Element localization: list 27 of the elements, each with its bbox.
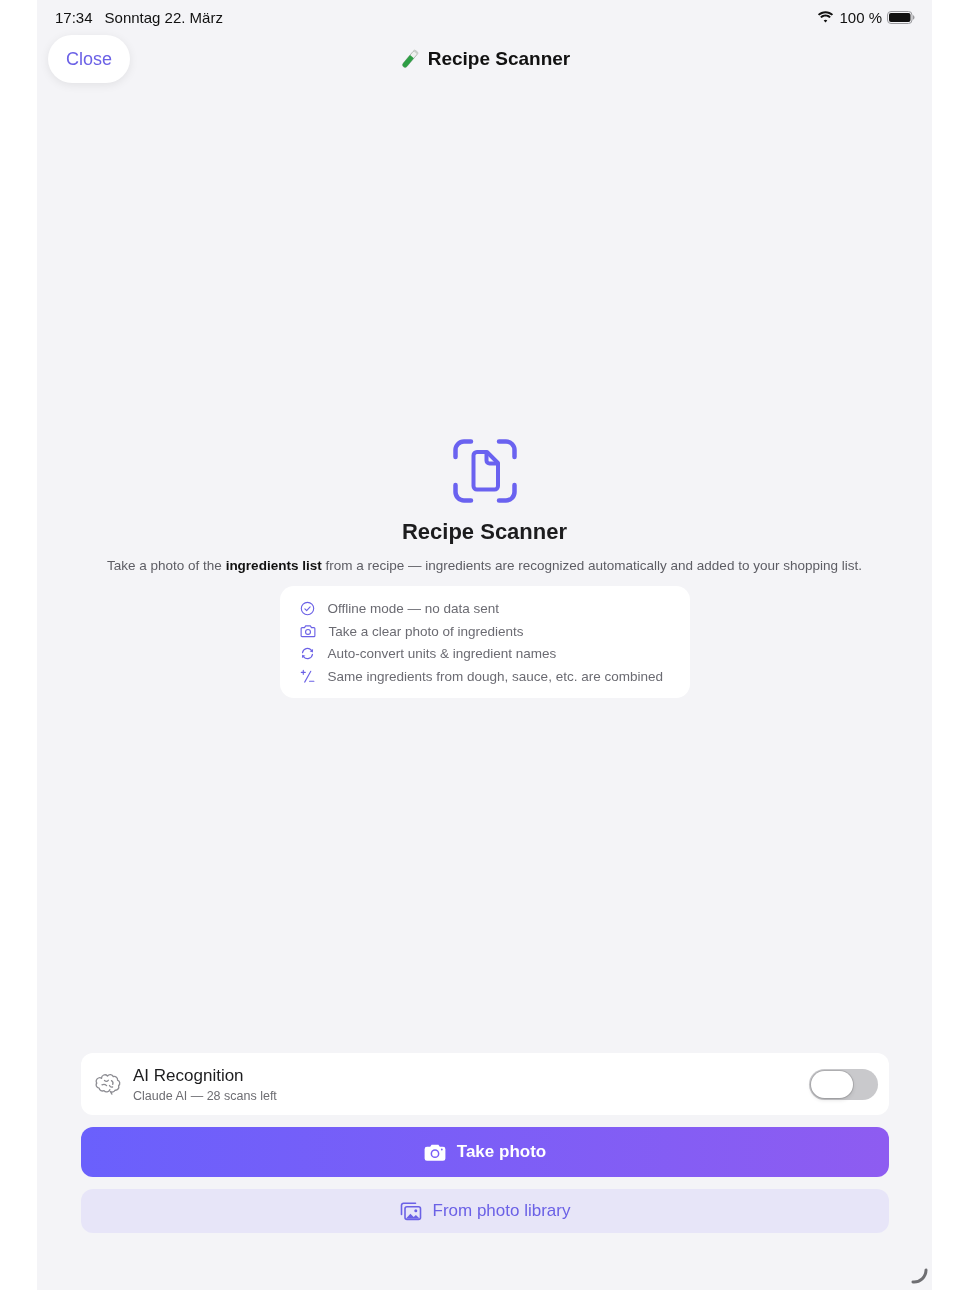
- battery-icon: [887, 10, 915, 24]
- ai-recognition-title: AI Recognition: [133, 1065, 244, 1086]
- camera-icon: [299, 624, 316, 639]
- status-time: 17:34: [55, 8, 93, 26]
- toggle-switch[interactable]: [809, 1068, 878, 1100]
- status-date: Sonntag 22. März: [104, 8, 223, 26]
- resize-handle-icon[interactable]: [911, 1268, 928, 1284]
- tip-text: Same ingredients from dough, sauce, etc. are combined: [327, 668, 663, 684]
- battery-percentage: 100 %: [839, 8, 882, 26]
- photo-library-button[interactable]: From photo library: [81, 1189, 889, 1233]
- ai-recognition-subtitle: Claude AI — 28 scans left: [133, 1088, 277, 1103]
- wifi-icon: [817, 11, 835, 23]
- check-circle-icon: [299, 601, 315, 617]
- scanner-title: Recipe Scanner: [401, 518, 568, 545]
- tip-text: Auto-convert units & ingredient names: [327, 646, 557, 662]
- plus-minus-icon: [299, 668, 315, 684]
- photo-stack-icon: [399, 1201, 422, 1221]
- scanner-description: Take a photo of the ingredients list from a recipe — ingredients are recognized automatically and added to your shopping list.: [107, 557, 862, 573]
- tip-text: Offline mode — no data sent: [327, 601, 500, 617]
- nav-title: Recipe Scanner: [427, 48, 571, 70]
- document-scan-icon: [452, 438, 517, 503]
- take-photo-button[interactable]: Take photo: [81, 1127, 889, 1177]
- camera-icon: [423, 1143, 446, 1161]
- tip-text: Take a clear photo of ingredients: [328, 623, 524, 639]
- brain-icon: [95, 1073, 121, 1095]
- close-button[interactable]: Close: [48, 35, 131, 83]
- circular-arrows-icon: [299, 646, 315, 662]
